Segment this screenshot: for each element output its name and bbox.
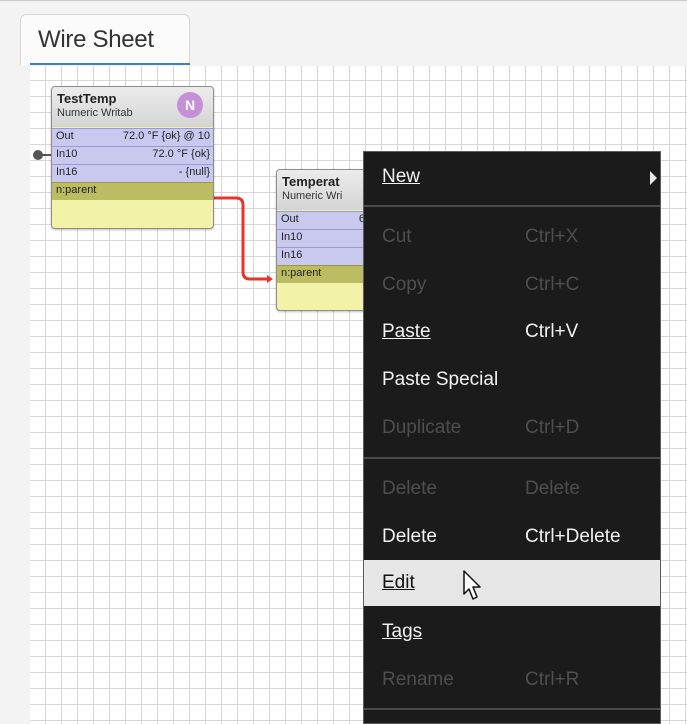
slot-in10[interactable]: In10 (277, 229, 377, 247)
menu-item-rename[interactable]: Rename Ctrl+R (364, 657, 660, 703)
menu-item-label: Delete (382, 478, 437, 499)
tab-active-indicator (30, 63, 190, 65)
menu-item-shortcut: Delete (525, 478, 580, 499)
slot-value: 72.0 °F {ok} @ 10 (122, 130, 210, 142)
slot-in10[interactable]: In10 72.0 °F {ok} (52, 146, 213, 164)
component-header: TestTemp Numeric Writab N (52, 87, 213, 127)
slot-name: In16 (56, 166, 78, 178)
slot-value: 72.0 °F {ok} (152, 148, 210, 160)
menu-item-label: Duplicate (382, 417, 462, 438)
slot-name: Out (56, 130, 74, 142)
menu-item-delete[interactable]: Delete Ctrl+Delete (364, 514, 660, 560)
menu-item-label: Cut (382, 226, 412, 247)
menu-item-edit[interactable]: Edit (364, 560, 660, 606)
mouse-pointer-icon (463, 570, 481, 600)
component-type: Numeric Writab (57, 107, 133, 119)
menu-item-label: Edit (382, 572, 415, 593)
menu-item-duplicate[interactable]: Duplicate Ctrl+D (364, 405, 660, 451)
context-menu: New Cut Ctrl+X Copy Ctrl+C Paste Ctrl+V … (363, 151, 661, 724)
slot-out[interactable]: Out 72.0 °F {ok} @ 10 (52, 128, 213, 146)
slot-name: In10 (56, 148, 78, 160)
tab-label: Wire Sheet (38, 26, 154, 53)
slot-out[interactable]: Out 6 (277, 211, 377, 229)
component-title: TestTemp (57, 91, 117, 106)
menu-item-delete-disabled[interactable]: Delete Delete (364, 466, 660, 512)
component-header: Temperat Numeric Wri (277, 170, 377, 210)
component-title: Temperat (282, 174, 340, 189)
menu-item-shortcut: Ctrl+V (525, 321, 579, 342)
menu-item-shortcut: Ctrl+R (525, 669, 580, 690)
menu-item-paste-special[interactable]: Paste Special (364, 357, 660, 403)
tab-wire-sheet[interactable]: Wire Sheet (20, 14, 190, 65)
slot-name: n:parent (56, 184, 97, 196)
menu-item-shortcut: Ctrl+D (525, 417, 580, 438)
numeric-badge-icon: N (177, 92, 203, 118)
slot-name: n:parent (281, 267, 322, 279)
menu-item-copy[interactable]: Copy Ctrl+C (364, 262, 660, 308)
component-type: Numeric Wri (282, 190, 343, 202)
menu-separator (364, 457, 660, 459)
slot-name: In10 (281, 231, 303, 243)
menu-item-label: New (382, 166, 421, 187)
menu-item-shortcut: Ctrl+X (525, 226, 579, 247)
component-testtemp[interactable]: TestTemp Numeric Writab N Out 72.0 °F {o… (51, 86, 214, 229)
menu-item-shortcut: Ctrl+Delete (525, 526, 621, 547)
menu-item-label: Delete (382, 526, 437, 547)
menu-item-paste[interactable]: Paste Ctrl+V (364, 309, 660, 355)
menu-item-label: Tags (382, 621, 423, 642)
menu-separator (364, 708, 660, 710)
slot-parent[interactable]: n:parent (277, 265, 377, 283)
slot-in16[interactable]: In16 (277, 247, 377, 265)
wire-sheet-view: Wire Sheet TestTemp Numeric Writab N Out… (0, 0, 687, 724)
menu-item-label: Paste Special (382, 369, 499, 390)
slot-value: - {null} (178, 166, 210, 178)
chevron-right-icon (650, 171, 657, 185)
slot-name: Out (281, 213, 299, 225)
slot-name: In16 (281, 249, 303, 261)
menu-item-tags[interactable]: Tags (364, 609, 660, 655)
menu-item-new[interactable]: New (364, 154, 660, 200)
slot-parent[interactable]: n:parent (52, 182, 213, 200)
menu-item-label: Copy (382, 274, 427, 295)
menu-item-label: Rename (382, 669, 454, 690)
slot-in16[interactable]: In16 - {null} (52, 164, 213, 182)
menu-item-cut[interactable]: Cut Ctrl+X (364, 214, 660, 260)
menu-item-label: Paste (382, 321, 431, 342)
menu-item-shortcut: Ctrl+C (525, 274, 580, 295)
menu-separator (364, 205, 660, 207)
